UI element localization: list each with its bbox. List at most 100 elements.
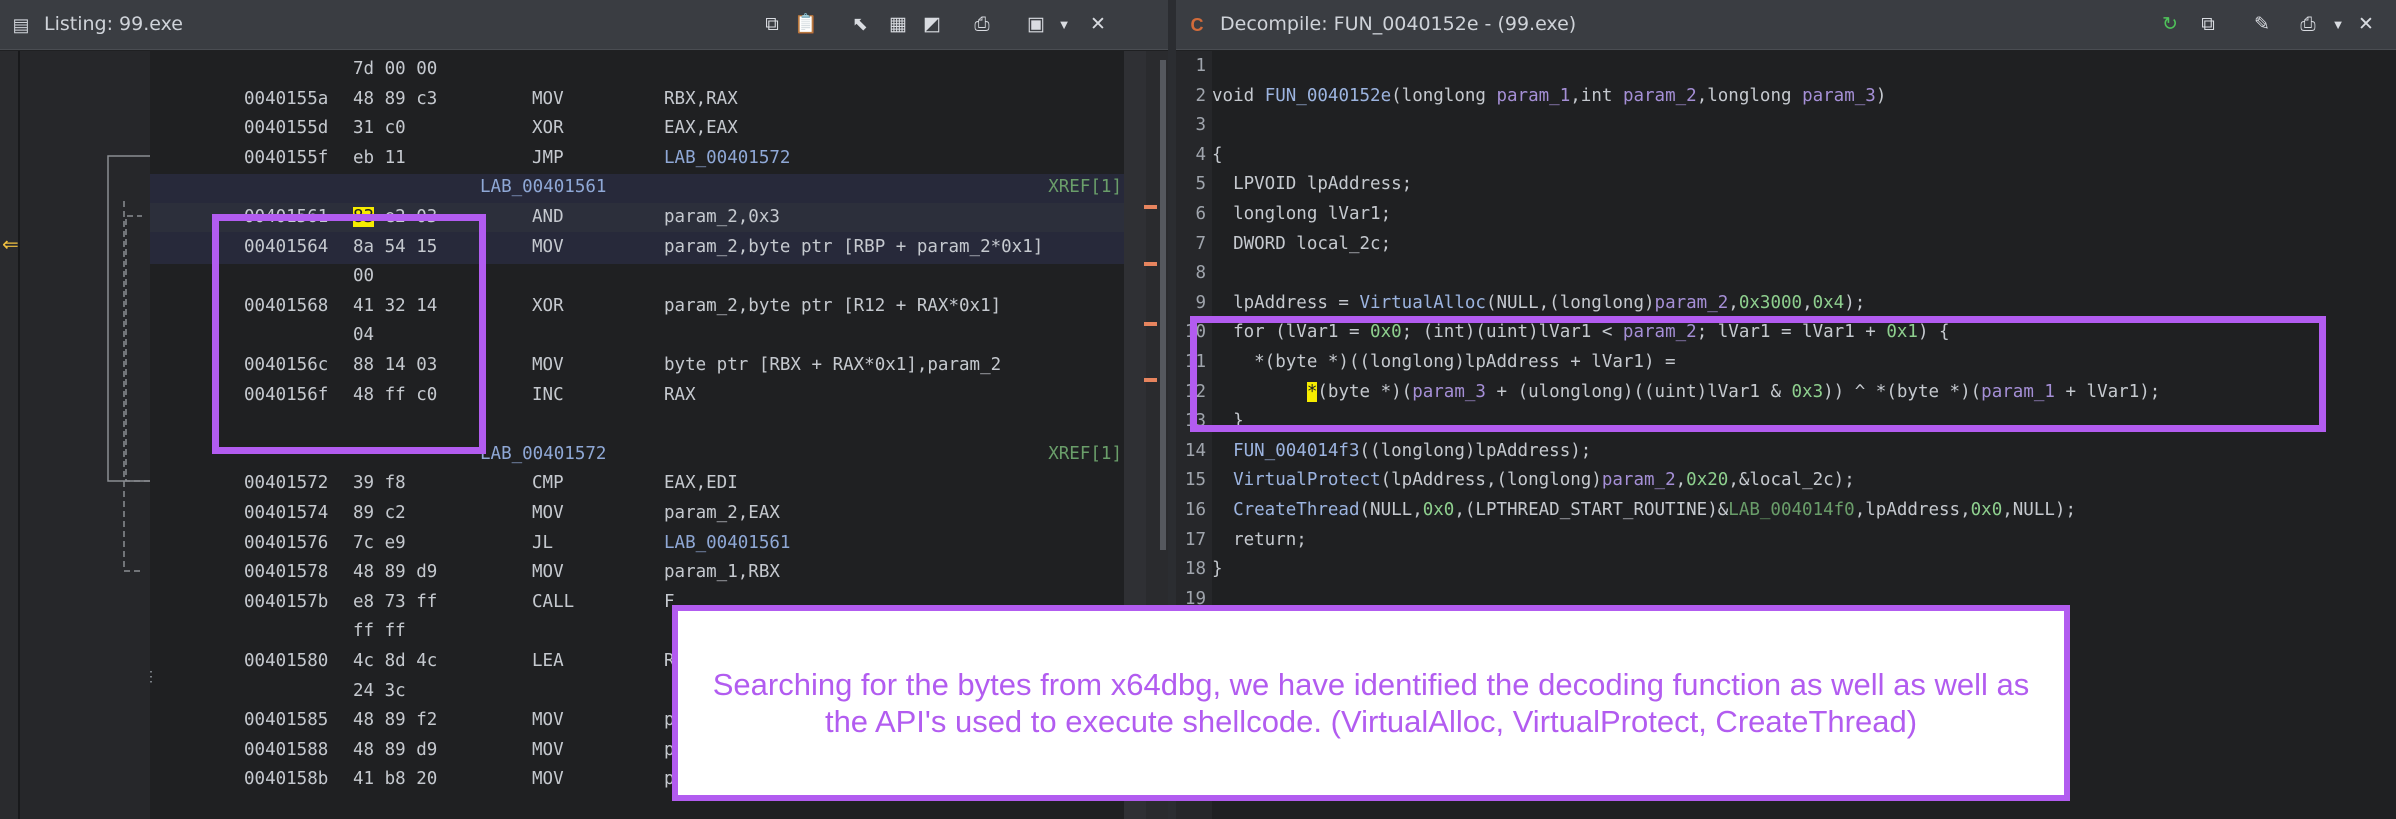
bytes: 83 e2 03: [353, 203, 437, 232]
code-line[interactable]: 3: [1176, 111, 2376, 141]
bytes-rest: 48 89 c3: [353, 88, 438, 109]
listing-row[interactable]: 0040156f 48 ff c0 INC RAX: [150, 381, 1124, 410]
label-name[interactable]: LAB_00401561: [480, 173, 606, 202]
mnemonic: LEA: [532, 651, 564, 671]
close-icon[interactable]: ✕: [1086, 13, 1110, 37]
listing-row[interactable]: 00401568 41 32 14 XOR param_2,byte ptr [R12…: [150, 292, 1124, 321]
mnemonic: MOV: [532, 739, 564, 760]
copy-icon[interactable]: ⧉: [2196, 13, 2220, 37]
code-line[interactable]: 10 for (lVar1 = 0x0; (int)(uint)lVar1 < …: [1176, 318, 2376, 348]
listing-row[interactable]: 7d 00 00: [150, 55, 1124, 84]
bytes: eb 11: [353, 144, 406, 173]
splitter-grip-icon[interactable]: ⋮: [144, 669, 158, 683]
line-number: 11: [1184, 352, 1206, 372]
listing-row[interactable]: 0040156c 88 14 03 MOV byte ptr [RBX + RAX*0…: [150, 351, 1124, 380]
operands: EAX,EDI: [664, 473, 738, 494]
code-text: VirtualProtect(lpAddress,(longlong)param…: [1233, 470, 1855, 491]
listing-row[interactable]: 00401572 39 f8 CMP EAX,EDI: [150, 469, 1124, 498]
code-text: {: [1212, 144, 1223, 165]
code-text: }: [1212, 559, 1223, 580]
code-line[interactable]: 4{: [1176, 141, 2376, 171]
code-line[interactable]: 14 FUN_004014f3((longlong)lpAddress);: [1176, 437, 2376, 467]
code-text: longlong lVar1;: [1212, 204, 1392, 224]
code-line[interactable]: 16 CreateThread(NULL,0x0,(LPTHREAD_START…: [1176, 496, 2376, 526]
listing-row[interactable]: 00: [150, 262, 1124, 291]
listing-row[interactable]: 00401574 89 c2 MOV param_2,EAX: [150, 499, 1124, 528]
mnemonic: MOV: [532, 355, 564, 375]
mnemonic: MOV: [532, 710, 564, 731]
bytes: 4c 8d 4c: [353, 647, 437, 676]
bytes-rest: 00: [353, 266, 375, 287]
bytes-rest: 88 14 03: [353, 355, 438, 375]
listing-window-icon: ▤: [12, 15, 30, 35]
listing-row[interactable]: 0040155f eb 11 JMP LAB_00401572: [150, 144, 1124, 173]
line-number: 4: [1195, 144, 1206, 165]
bytes: 7c e9: [353, 529, 406, 558]
code-line[interactable]: 13 }: [1176, 407, 2376, 437]
address: 00401588: [244, 739, 329, 760]
edit-icon[interactable]: ✎: [2250, 13, 2274, 37]
bytes-rest: eb 11: [353, 147, 406, 168]
mnemonic: JL: [532, 532, 554, 553]
format-menu-icon[interactable]: ▣: [1024, 13, 1048, 37]
listing-row[interactable]: 00401578 48 89 d9 MOV param_1,RBX: [150, 558, 1124, 587]
xref-link[interactable]: XREF[1]: [1048, 440, 1122, 469]
listing-row[interactable]: [150, 410, 1124, 439]
code-line[interactable]: 11 *(byte *)((longlong)lpAddress + lVar1…: [1176, 348, 2376, 378]
bytes-rest: e8 73 ff: [353, 591, 438, 612]
operands: LAB_00401572: [664, 147, 791, 168]
code-line[interactable]: 6 longlong lVar1;: [1176, 200, 2376, 230]
listing-scroll-thumb[interactable]: [1160, 60, 1166, 550]
address: 0040155a: [244, 88, 329, 109]
graph-icon[interactable]: ◩: [920, 13, 944, 37]
listing-label-row[interactable]: LAB_00401561 XREF[1]: [150, 173, 1124, 202]
code-line[interactable]: 12 *(byte *)(param_3 + (ulonglong)((uint…: [1176, 378, 2376, 408]
snapshot-icon[interactable]: ⎙: [2296, 13, 2320, 37]
caption-box: Searching for the bytes from x64dbg, we …: [672, 605, 2070, 801]
code-line[interactable]: 8: [1176, 259, 2376, 289]
code-line[interactable]: 5 LPVOID lpAddress;: [1176, 170, 2376, 200]
decompile-titlebar: C Decompile: FUN_0040152e - (99.exe) ↻ ⧉…: [1176, 0, 2396, 50]
bytes-rest: e2 03: [384, 207, 438, 227]
listing-row[interactable]: 04: [150, 321, 1124, 350]
copy-icon[interactable]: ⧉: [760, 13, 784, 37]
refresh-icon[interactable]: ↻: [2158, 13, 2182, 37]
chevron-down-icon[interactable]: ▼: [2326, 13, 2350, 37]
code-line[interactable]: 9 lpAddress = VirtualAlloc(NULL,(longlon…: [1176, 289, 2376, 319]
listing-label-row[interactable]: LAB_00401572 XREF[1]: [150, 440, 1124, 469]
code-line[interactable]: 17 return;: [1176, 526, 2376, 556]
label-name[interactable]: LAB_00401572: [480, 440, 606, 469]
listing-row[interactable]: 00401561 83 e2 03 AND param_2,0x3: [150, 203, 1124, 232]
code-line[interactable]: 7 DWORD local_2c;: [1176, 230, 2376, 260]
line-number: 17: [1184, 529, 1206, 550]
operands: byte ptr [RBX + RAX*0x1],param_2: [664, 355, 1002, 375]
listing-row[interactable]: 0040155a 48 89 c3 MOV RBX,RAX: [150, 85, 1124, 114]
line-number: 7: [1195, 233, 1206, 254]
code-text: }: [1212, 411, 1244, 432]
mnemonic: MOV: [532, 88, 564, 109]
snapshot-icon[interactable]: ⎙: [970, 13, 994, 37]
bytes-rest: 8a 54 15: [353, 236, 438, 257]
code-line[interactable]: 15 VirtualProtect(lpAddress,(longlong)pa…: [1176, 466, 2376, 496]
listing-row[interactable]: 00401564 8a 54 15 MOV param_2,byte ptr [RBP…: [150, 233, 1124, 262]
chevron-down-icon[interactable]: ▼: [1052, 13, 1076, 37]
paste-icon[interactable]: 📋: [794, 13, 818, 37]
bytes-rest: 41 32 14: [353, 295, 438, 316]
cursor-select-icon[interactable]: ⬉: [848, 13, 872, 37]
listing-row[interactable]: 0040155d 31 c0 XOR EAX,EAX: [150, 114, 1124, 143]
code-text: *(byte *)(param_3 + (ulonglong)((uint)lV…: [1306, 381, 2161, 402]
highlighted-byte: 83: [353, 207, 375, 227]
code-line[interactable]: 2 void FUN_0040152e(longlong param_1,int …: [1176, 82, 2376, 112]
listing-row[interactable]: 00401576 7c e9 JL LAB_00401561: [150, 529, 1124, 558]
line-number: 6: [1195, 204, 1206, 224]
address: 00401568: [244, 295, 329, 316]
close-icon[interactable]: ✕: [2354, 13, 2378, 37]
code-text: lpAddress = VirtualAlloc(NULL,(longlong)…: [1212, 292, 1866, 313]
code-line[interactable]: 18}: [1176, 555, 2376, 585]
code-line[interactable]: 1: [1176, 52, 2376, 82]
layout-icon[interactable]: ▦: [886, 13, 910, 37]
line-number: 8: [1195, 263, 1206, 284]
address: 0040156f: [244, 384, 329, 405]
mnemonic: INC: [532, 384, 564, 405]
xref-link[interactable]: XREF[1]: [1048, 173, 1122, 202]
